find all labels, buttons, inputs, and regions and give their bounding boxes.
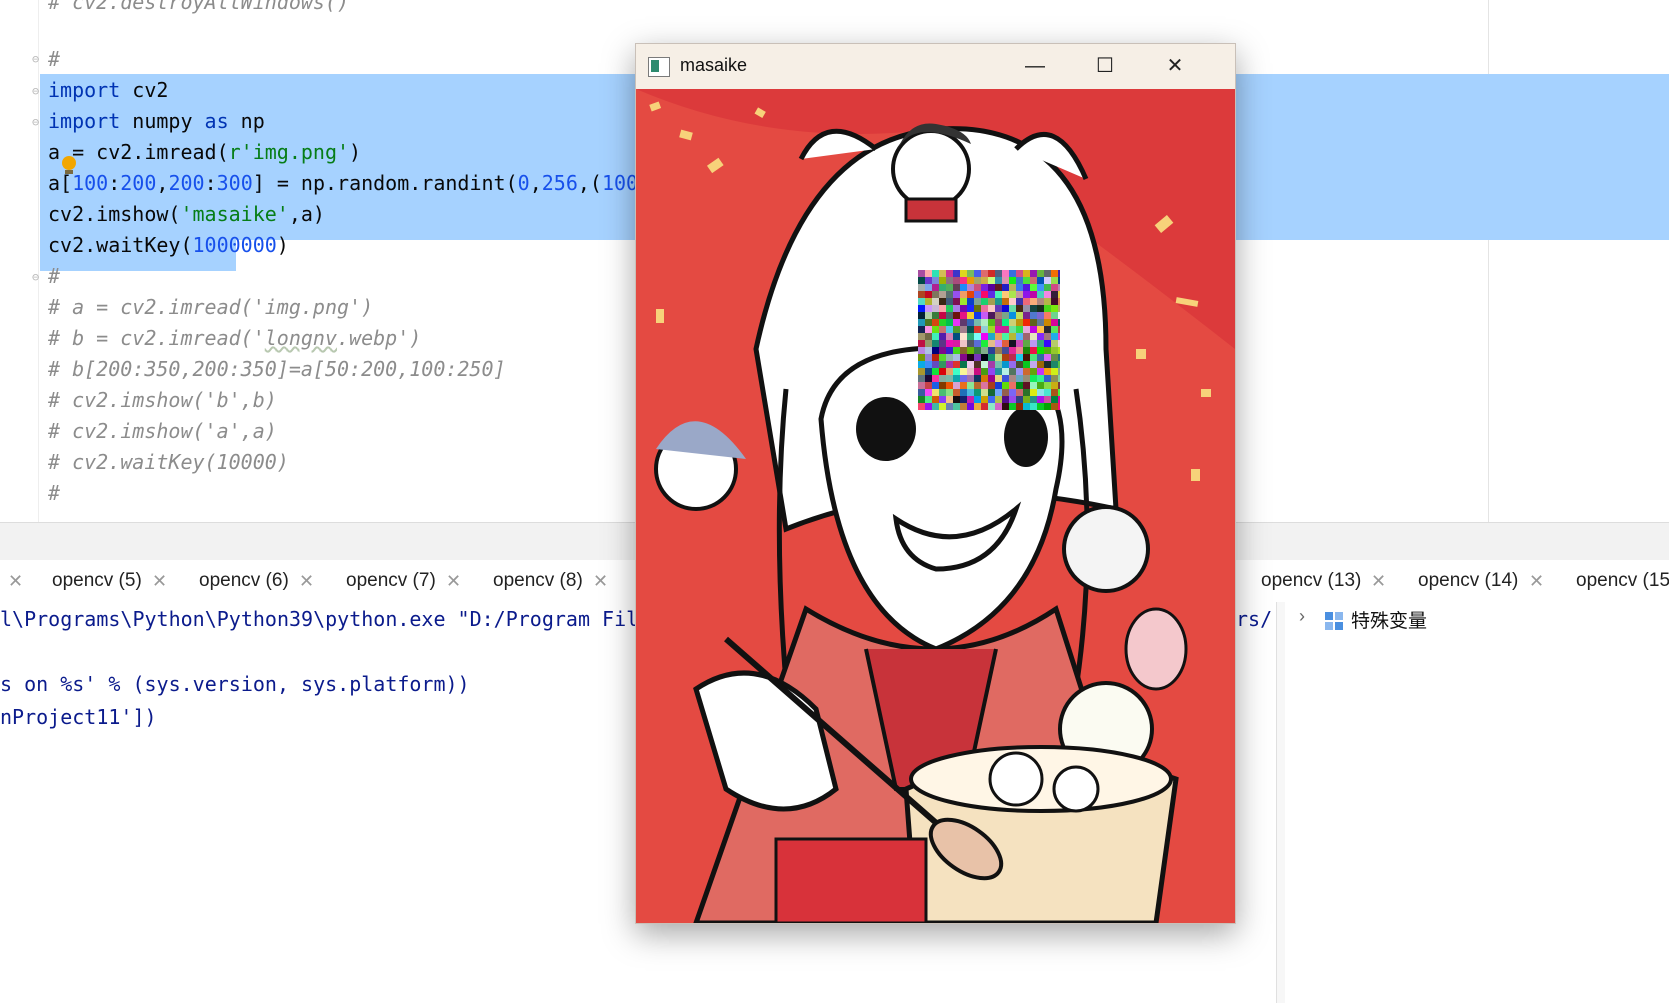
- gutter-divider: [38, 0, 39, 522]
- close-tab-icon[interactable]: ✕: [8, 560, 23, 602]
- code-token: cv2: [120, 78, 169, 102]
- maximize-button[interactable]: ☐: [1070, 44, 1140, 89]
- code-line[interactable]: #: [48, 43, 60, 76]
- code-line[interactable]: # cv2.imshow('a',a): [48, 415, 277, 448]
- window-title: masaike: [680, 55, 748, 75]
- code-token: # cv2.waitKey(10000): [48, 450, 289, 474]
- code-token: ,: [529, 171, 542, 195]
- code-line[interactable]: # cv2.waitKey(10000): [48, 446, 289, 479]
- code-line[interactable]: import numpy as np: [48, 105, 265, 138]
- code-line[interactable]: #: [48, 477, 60, 510]
- code-token: as: [204, 109, 229, 133]
- code-token: .webp'): [337, 326, 422, 350]
- code-line[interactable]: cv2.waitKey(1000000): [48, 229, 289, 262]
- code-token: ,: [156, 171, 169, 195]
- close-button[interactable]: ✕: [1140, 44, 1210, 89]
- code-token: np: [228, 109, 265, 133]
- opencv-image-window[interactable]: masaike — ☐ ✕: [635, 43, 1236, 924]
- code-line[interactable]: cv2.imshow('masaike',a): [48, 198, 325, 231]
- run-tab-opencv-13[interactable]: opencv (13): [1261, 560, 1361, 602]
- code-line[interactable]: a = cv2.imread(r'img.png'): [48, 136, 361, 169]
- random-noise-mosaic: [918, 270, 1060, 410]
- code-token: ,a): [288, 202, 325, 226]
- code-token: 0: [517, 171, 530, 195]
- code-token: 300: [216, 171, 253, 195]
- code-token: numpy: [120, 109, 205, 133]
- code-token: :: [204, 171, 217, 195]
- code-token: 200: [168, 171, 205, 195]
- maximize-icon: ☐: [1096, 55, 1114, 77]
- code-token: #: [48, 264, 61, 288]
- code-token: # cv2.imshow('a',a): [48, 419, 277, 443]
- run-tab-opencv-5[interactable]: opencv (5): [52, 560, 142, 602]
- console-line-1: l\Programs\Python\Python39\python.exe "D…: [0, 607, 639, 631]
- intention-bulb-icon[interactable]: [62, 156, 76, 170]
- code-token: :: [108, 171, 121, 195]
- app-icon: [648, 57, 670, 77]
- code-token: 100: [72, 171, 109, 195]
- console-line-1-tail: rs/: [1236, 607, 1273, 631]
- displayed-image: [636, 89, 1235, 923]
- close-tab-icon[interactable]: ✕: [1371, 560, 1386, 602]
- code-line[interactable]: # cv2.imshow('b',b): [48, 384, 277, 417]
- minimize-icon: —: [1025, 55, 1045, 77]
- variables-group-icon: [1325, 612, 1343, 630]
- console-line-2: s on %s' % (sys.version, sys.platform)): [0, 672, 470, 696]
- intention-bulb-base: [65, 170, 73, 174]
- code-line[interactable]: a[100:200,200:300] = np.random.randint(0…: [48, 167, 638, 200]
- code-token: import: [48, 109, 121, 133]
- run-tab-opencv-14[interactable]: opencv (14): [1418, 560, 1518, 602]
- close-tab-icon[interactable]: ✕: [1529, 560, 1544, 602]
- code-token: 100: [601, 171, 639, 195]
- code-token: cv2.waitKey(: [48, 233, 193, 257]
- code-line[interactable]: #: [48, 260, 60, 293]
- run-tab-opencv-7[interactable]: opencv (7): [346, 560, 436, 602]
- run-tab-opencv-15[interactable]: opencv (15: [1576, 560, 1669, 602]
- run-tab-opencv-6[interactable]: opencv (6): [199, 560, 289, 602]
- code-token: # b = cv2.imread(': [48, 326, 265, 350]
- code-token: a[: [48, 171, 73, 195]
- code-line-partial: # cv2.destroyAllWindows(): [48, 0, 350, 14]
- close-tab-icon[interactable]: ✕: [593, 560, 608, 602]
- fold-marker-icon[interactable]: ⊖: [32, 84, 44, 98]
- code-line[interactable]: # b[200:350,200:350]=a[50:200,100:250]: [48, 353, 506, 386]
- chevron-right-icon[interactable]: ›: [1299, 606, 1305, 627]
- code-token: ] = np.random.randint(: [252, 171, 518, 195]
- code-line[interactable]: import cv2: [48, 74, 168, 107]
- code-token: # a = cv2.imread('img.png'): [48, 295, 374, 319]
- code-token: longnv: [264, 326, 337, 350]
- code-token: cv2.imshow(: [48, 202, 181, 226]
- code-token: 200: [120, 171, 157, 195]
- variables-panel: › 特殊变量: [1285, 602, 1669, 1003]
- code-token: 1000000: [192, 233, 277, 257]
- special-variables-label[interactable]: 特殊变量: [1351, 606, 1427, 633]
- close-tab-icon[interactable]: ✕: [446, 560, 461, 602]
- code-line[interactable]: # b = cv2.imread('longnv.webp'): [48, 322, 421, 355]
- code-token: # cv2.imshow('b',b): [48, 388, 277, 412]
- code-token: #: [48, 47, 61, 71]
- code-token: ): [276, 233, 289, 257]
- fold-marker-icon[interactable]: ⊖: [32, 52, 44, 66]
- code-token: import: [48, 78, 121, 102]
- code-token: ,(: [577, 171, 602, 195]
- code-line[interactable]: # a = cv2.imread('img.png'): [48, 291, 373, 324]
- close-tab-icon[interactable]: ✕: [299, 560, 314, 602]
- fold-marker-icon[interactable]: ⊖: [32, 270, 44, 284]
- code-token: #: [48, 481, 61, 505]
- code-token: 'masaike': [180, 202, 289, 226]
- console-line-3: nProject11']): [0, 705, 157, 729]
- code-token: r'img.png': [228, 140, 350, 164]
- minimize-button[interactable]: —: [1000, 44, 1070, 89]
- close-tab-icon[interactable]: ✕: [152, 560, 167, 602]
- fold-marker-icon[interactable]: ⊖: [32, 115, 44, 129]
- code-token: 256: [541, 171, 578, 195]
- close-icon: ✕: [1166, 55, 1184, 77]
- window-titlebar[interactable]: masaike — ☐ ✕: [636, 44, 1235, 89]
- code-token: # b[200:350,200:350]=a[50:200,100:250]: [48, 357, 506, 381]
- run-tab-opencv-8[interactable]: opencv (8): [493, 560, 583, 602]
- code-token: ): [349, 140, 362, 164]
